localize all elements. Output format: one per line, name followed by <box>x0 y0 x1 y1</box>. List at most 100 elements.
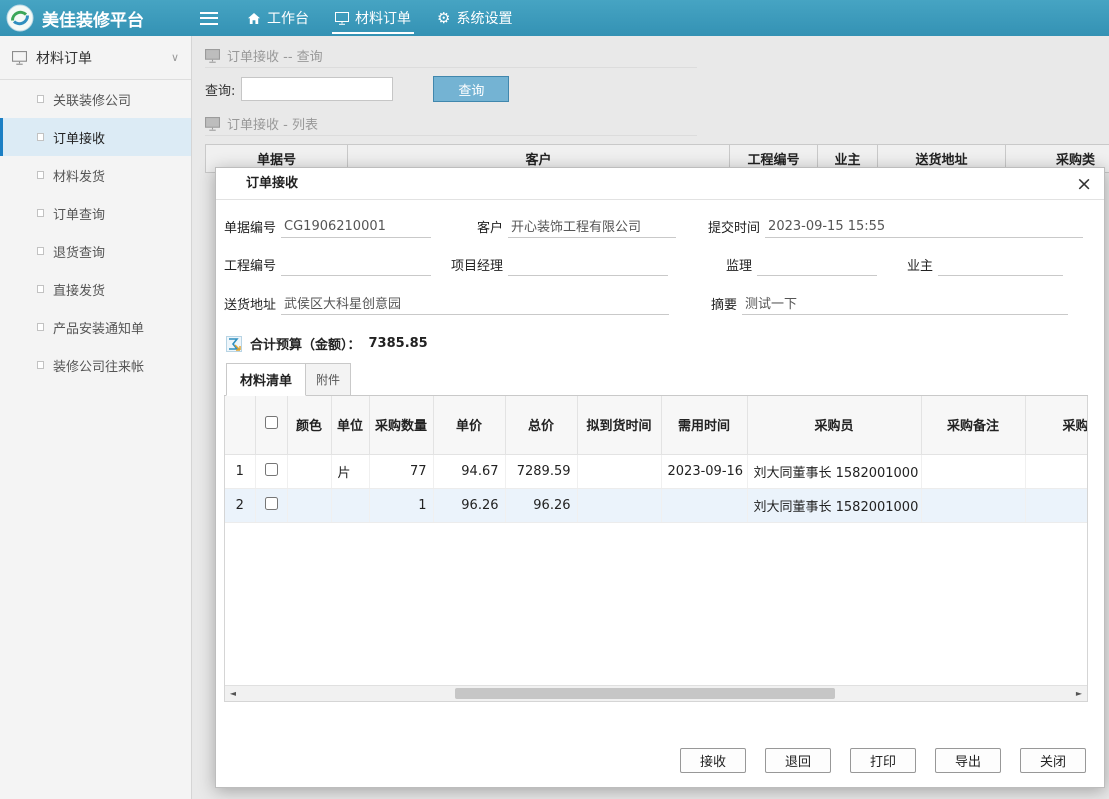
doc-icon <box>37 361 44 369</box>
sidebar-item-label: 退货查询 <box>53 242 105 261</box>
project-no-field[interactable] <box>281 257 431 276</box>
sidebar: 材料订单 ∨ 关联装修公司 订单接收 材料发货 订单查询 退货查询 直接发货 <box>0 36 192 799</box>
scroll-left-icon[interactable]: ◄ <box>225 686 241 701</box>
owner-label: 业主 <box>907 255 933 276</box>
logo-icon <box>6 4 34 32</box>
column-header[interactable]: 颜色 <box>287 396 331 454</box>
accept-button[interactable]: 接收 <box>680 748 746 773</box>
budget-total: 合计预算（金额）： 7385.85 <box>226 334 1088 353</box>
cell-note <box>921 454 1025 488</box>
monitor-icon <box>12 51 27 65</box>
hamburger-icon[interactable] <box>200 12 218 25</box>
sidebar-item-linked-companies[interactable]: 关联装修公司 <box>0 80 191 118</box>
nav-item-material-orders[interactable]: 材料订单 <box>322 0 424 36</box>
cell-unit: 片 <box>331 454 369 488</box>
cell-opinion <box>1025 488 1088 522</box>
tab-attachments[interactable]: 附件 <box>306 363 351 396</box>
customer-label: 客户 <box>477 217 503 238</box>
doc-icon <box>37 95 44 103</box>
cell-buyer: 刘大同董事长 1582001000 <box>747 454 921 488</box>
row-number: 1 <box>225 454 255 488</box>
sidebar-item-label: 装修公司往来帐 <box>53 356 144 375</box>
sidebar-item-label: 材料发货 <box>53 166 105 185</box>
gear-icon: ⚙ <box>437 11 450 26</box>
export-button[interactable]: 导出 <box>935 748 1001 773</box>
horizontal-scrollbar[interactable]: ◄ ► <box>225 685 1087 701</box>
monitor-icon <box>205 117 220 131</box>
doc-icon <box>37 209 44 217</box>
brand: 美佳装修平台 <box>0 4 192 32</box>
sidebar-item-direct-delivery[interactable]: 直接发货 <box>0 270 191 308</box>
close-icon[interactable]: × <box>1076 168 1092 200</box>
project-manager-label: 项目经理 <box>451 255 503 276</box>
doc-no-field[interactable]: CG1906210001 <box>281 219 431 238</box>
sidebar-item-label: 订单接收 <box>53 128 105 147</box>
supervisor-label: 监理 <box>726 255 752 276</box>
material-grid: 颜色 单位 采购数量 单价 总价 拟到货时间 需用时间 采购员 采购备注 采购员… <box>224 396 1088 702</box>
tab-material-list[interactable]: 材料清单 <box>226 363 306 396</box>
close-button[interactable]: 关闭 <box>1020 748 1086 773</box>
table-row[interactable]: 2 1 96.26 96.26 刘大同董事长 1582001000 <box>225 488 1088 522</box>
address-field[interactable]: 武侯区大科星创意园 <box>281 293 669 315</box>
column-header[interactable]: 采购员 <box>747 396 921 454</box>
sidebar-item-material-delivery[interactable]: 材料发货 <box>0 156 191 194</box>
nav-item-label: 系统设置 <box>456 8 512 28</box>
sidebar-item-return-query[interactable]: 退货查询 <box>0 232 191 270</box>
column-header[interactable]: 采购员意见 <box>1025 396 1088 454</box>
monitor-icon <box>335 12 349 25</box>
submit-time-field[interactable]: 2023-09-15 15:55 <box>765 219 1083 238</box>
supervisor-field[interactable] <box>757 257 877 276</box>
nav-item-system-settings[interactable]: ⚙ 系统设置 <box>424 0 525 36</box>
doc-icon <box>37 323 44 331</box>
cell-price: 94.67 <box>433 454 505 488</box>
column-header[interactable]: 采购备注 <box>921 396 1025 454</box>
summary-field[interactable]: 测试一下 <box>742 293 1068 315</box>
budget-label: 合计预算（金额）： <box>250 334 361 353</box>
sidebar-item-order-receive[interactable]: 订单接收 <box>0 118 191 156</box>
monitor-icon <box>205 49 220 63</box>
cell-need-date <box>661 488 747 522</box>
search-button[interactable]: 查询 <box>433 76 509 102</box>
sidebar-item-install-notice[interactable]: 产品安装通知单 <box>0 308 191 346</box>
cell-eta <box>577 454 661 488</box>
home-icon <box>247 12 261 25</box>
project-manager-field[interactable] <box>508 257 668 276</box>
project-no-label: 工程编号 <box>224 255 276 276</box>
row-checkbox[interactable] <box>265 463 278 476</box>
dialog-footer: 接收 退回 打印 导出 关闭 <box>216 736 1104 787</box>
return-button[interactable]: 退回 <box>765 748 831 773</box>
doc-icon <box>37 133 44 141</box>
row-checkbox[interactable] <box>265 497 278 510</box>
column-header[interactable]: 拟到货时间 <box>577 396 661 454</box>
sidebar-item-company-account[interactable]: 装修公司往来帐 <box>0 346 191 384</box>
column-header[interactable]: 总价 <box>505 396 577 454</box>
sidebar-item-order-query[interactable]: 订单查询 <box>0 194 191 232</box>
scrollbar-thumb[interactable] <box>455 688 835 699</box>
scroll-right-icon[interactable]: ► <box>1071 686 1087 701</box>
column-header[interactable]: 采购数量 <box>369 396 433 454</box>
section-title-text: 订单接收 - 列表 <box>227 114 318 133</box>
column-header[interactable]: 单价 <box>433 396 505 454</box>
row-number: 2 <box>225 488 255 522</box>
column-header[interactable]: 需用时间 <box>661 396 747 454</box>
list-section-title: 订单接收 - 列表 <box>205 112 697 136</box>
cell-qty: 1 <box>369 488 433 522</box>
column-header[interactable]: 单位 <box>331 396 369 454</box>
owner-field[interactable] <box>938 257 1063 276</box>
cell-buyer: 刘大同董事长 1582001000 <box>747 488 921 522</box>
dialog-title: 订单接收 <box>246 176 298 191</box>
sidebar-group-material-orders[interactable]: 材料订单 ∨ <box>0 36 191 80</box>
select-all-checkbox[interactable] <box>265 416 278 429</box>
row-number-header <box>225 396 255 454</box>
cell-total: 96.26 <box>505 488 577 522</box>
customer-field[interactable]: 开心装饰工程有限公司 <box>508 216 676 238</box>
summary-label: 摘要 <box>711 294 737 315</box>
nav-item-label: 工作台 <box>267 8 309 28</box>
nav-item-workbench[interactable]: 工作台 <box>234 0 322 36</box>
query-input[interactable] <box>241 77 393 101</box>
print-button[interactable]: 打印 <box>850 748 916 773</box>
sidebar-group-label: 材料订单 <box>36 48 162 68</box>
table-row[interactable]: 1 片 77 94.67 7289.59 2023-09-16 刘大同董事长 1… <box>225 454 1088 488</box>
chevron-down-icon: ∨ <box>171 51 179 64</box>
sidebar-item-label: 产品安装通知单 <box>53 318 144 337</box>
